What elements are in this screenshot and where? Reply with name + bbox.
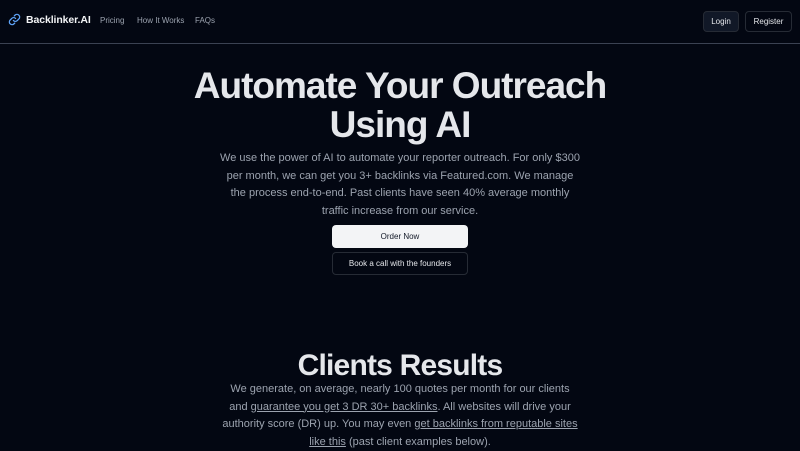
hero-title: Automate Your Outreach Using AI [100, 66, 700, 144]
hero-subtitle: We use the power of AI to automate your … [220, 152, 580, 217]
clients-results-title: Clients Results [297, 349, 504, 382]
clients-results-text: We generate, on average, nearly 100 quot… [222, 381, 578, 451]
link-icon [8, 13, 21, 26]
top-navbar: Backlinker.AI Pricing How It Works FAQs … [0, 0, 800, 44]
order-now-button[interactable]: Order Now [332, 225, 468, 248]
nav-link-how-it-works[interactable]: How It Works [137, 16, 184, 25]
book-call-button[interactable]: Book a call with the founders [332, 252, 468, 275]
brand-name: Backlinker.AI [26, 13, 91, 26]
hero-title-line1: Automate Your Outreach [193, 65, 607, 106]
guarantee-backlinks-link[interactable]: guarantee you get 3 DR 30+ backlinks [251, 401, 438, 413]
nav-link-pricing[interactable]: Pricing [100, 16, 124, 25]
register-button[interactable]: Register [745, 11, 792, 32]
clients-text-part3: (past client examples below). [345, 435, 491, 448]
login-button[interactable]: Login [703, 11, 739, 32]
hero-title-line2: Using AI [329, 104, 472, 145]
nav-link-faqs[interactable]: FAQs [195, 16, 215, 25]
brand-logo[interactable]: Backlinker.AI [8, 13, 91, 26]
